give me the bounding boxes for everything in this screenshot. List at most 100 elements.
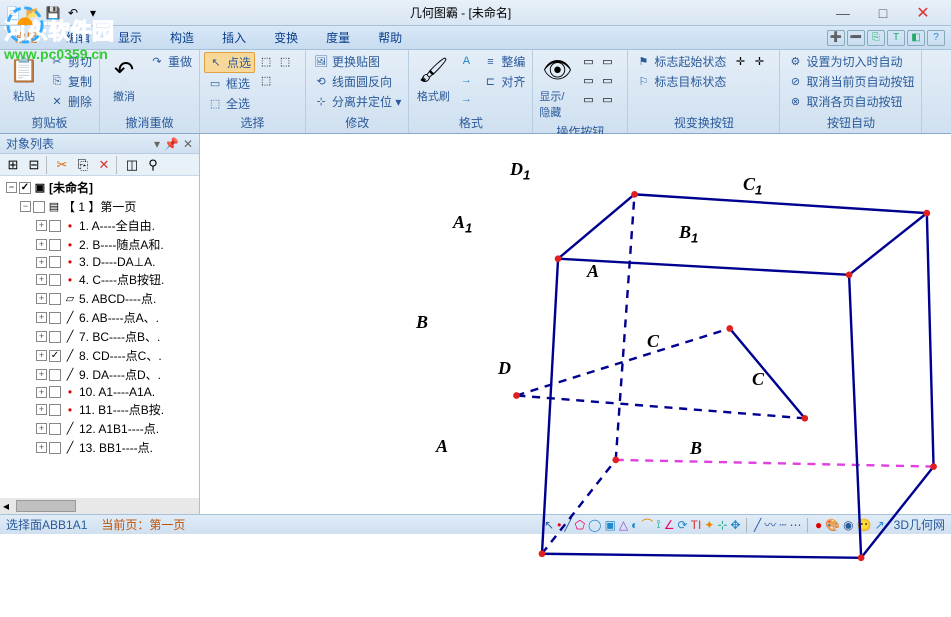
btn-icon[interactable]: ▭ [579, 52, 597, 70]
format-brush-button[interactable]: 🖌格式刷 [413, 52, 453, 106]
tree-expander-icon[interactable]: + [36, 257, 47, 268]
canvas[interactable]: A B C D B C A A1 B1 C1 D1 [200, 134, 951, 514]
expand-icon[interactable]: ⊞ [4, 156, 22, 174]
tree-checkbox[interactable] [49, 442, 61, 454]
tree-checkbox[interactable] [49, 386, 61, 398]
tree-expander-icon[interactable]: + [36, 404, 47, 415]
box-select-button[interactable]: ▭框选 [204, 74, 255, 93]
tree-expander-icon[interactable]: + [36, 312, 47, 323]
menu-帮助[interactable]: 帮助 [364, 26, 416, 49]
undo-button[interactable]: ↶撤消 [104, 52, 144, 106]
arrange-button[interactable]: ≡整编 [479, 52, 528, 71]
tree-node[interactable]: −▤【 1 】第一页 [2, 197, 197, 216]
tree-copy-icon[interactable]: ⎘ [74, 156, 92, 174]
tree-node[interactable]: +╱7. BC----点B、. [2, 327, 197, 346]
tree-expander-icon[interactable]: + [36, 293, 47, 304]
qat-dropdown-icon[interactable]: ▾ [84, 4, 102, 22]
tree-checkbox[interactable] [49, 404, 61, 416]
menu-度量[interactable]: 度量 [312, 26, 364, 49]
btn-icon[interactable]: ▭ [598, 90, 616, 108]
tree-node[interactable]: +•1. A----全自由. [2, 216, 197, 235]
arrow-right-icon[interactable]: → [455, 90, 477, 108]
dotted-box-icon[interactable]: ⬚ [257, 52, 275, 70]
tree-checkbox[interactable] [49, 274, 61, 286]
menu-变换[interactable]: 变换 [260, 26, 312, 49]
tree-delete-icon[interactable]: ✕ [95, 156, 113, 174]
tree-expander-icon[interactable]: + [36, 274, 47, 285]
tree-checkbox[interactable] [33, 201, 45, 213]
axis-icon[interactable]: ✛ [750, 52, 768, 70]
tree-expander-icon[interactable]: − [6, 182, 17, 193]
delete-button[interactable]: ✕删除 [46, 92, 95, 111]
axis-icon[interactable]: ✛ [731, 52, 749, 70]
tree-cut-icon[interactable]: ✂ [53, 156, 71, 174]
flag-target-button[interactable]: ⚐标志目标状态 [632, 72, 729, 91]
tree-node[interactable]: +✓╱8. CD----点C、. [2, 346, 197, 365]
tree-node[interactable]: +•10. A1----A1A. [2, 384, 197, 400]
maximize-button[interactable]: □ [867, 3, 899, 23]
cut-button[interactable]: ✂剪切 [46, 52, 95, 71]
tree-node[interactable]: +╱13. BB1----点. [2, 438, 197, 457]
tree-expander-icon[interactable]: − [20, 201, 31, 212]
auto-enter-button[interactable]: ⚙设置为切入时自动 [784, 52, 917, 71]
select-all-button[interactable]: ⬚全选 [204, 94, 255, 113]
btn-icon[interactable]: ▭ [579, 90, 597, 108]
tree-expander-icon[interactable]: + [36, 350, 47, 361]
tree-find-icon[interactable]: ⚲ [144, 156, 162, 174]
copy-button[interactable]: ⎘复制 [46, 72, 95, 91]
tree-expander-icon[interactable]: + [36, 387, 47, 398]
btn-icon[interactable]: ▭ [579, 71, 597, 89]
tree-expander-icon[interactable]: + [36, 423, 47, 434]
split-locate-button[interactable]: ⊹分离并定位 ▾ [310, 92, 404, 111]
tree-node[interactable]: +╱12. A1B1----点. [2, 419, 197, 438]
close-button[interactable]: ✕ [907, 3, 939, 23]
tree-node[interactable]: +╱9. DA----点D、. [2, 365, 197, 384]
menubar-font-icon[interactable]: T [887, 30, 905, 46]
menu-编辑[interactable]: 编辑 [52, 26, 104, 49]
cancel-all-auto-button[interactable]: ⊗取消各页自动按钮 [784, 92, 917, 111]
font-a-icon[interactable]: A [455, 52, 477, 70]
tree-checkbox[interactable]: ✓ [49, 350, 61, 362]
tree-checkbox[interactable] [49, 369, 61, 381]
paste-button[interactable]: 📋粘贴 [4, 52, 44, 106]
tree-node[interactable]: +╱6. AB----点A、. [2, 308, 197, 327]
swap-image-button[interactable]: 🖼更换贴图 [310, 52, 404, 71]
collapse-icon[interactable]: ⊟ [25, 156, 43, 174]
menubar-del-icon[interactable]: ➖ [847, 30, 865, 46]
menu-构造[interactable]: 构造 [156, 26, 208, 49]
tree-node[interactable]: +•4. C----点B按钮. [2, 270, 197, 289]
tree-checkbox[interactable] [49, 312, 61, 324]
tree-checkbox[interactable]: ✓ [19, 182, 31, 194]
tree-checkbox[interactable] [49, 423, 61, 435]
tree-checkbox[interactable] [49, 293, 61, 305]
tree-expander-icon[interactable]: + [36, 331, 47, 342]
sidebar-close-icon[interactable]: ✕ [183, 137, 193, 151]
tree-node[interactable]: +▱5. ABCD----点. [2, 289, 197, 308]
dotted-box-icon[interactable]: ⬚ [276, 52, 294, 70]
redo-button[interactable]: ↷重做 [146, 52, 195, 71]
btn-icon[interactable]: ▭ [598, 52, 616, 70]
qat-save-icon[interactable]: 💾 [44, 4, 62, 22]
menu-插入[interactable]: 插入 [208, 26, 260, 49]
sidebar-dropdown-icon[interactable]: ▾ [154, 137, 160, 151]
tree-expander-icon[interactable]: + [36, 239, 47, 250]
menubar-add-icon[interactable]: ➕ [827, 30, 845, 46]
tree-checkbox[interactable] [49, 256, 61, 268]
menubar-help-icon[interactable]: ? [927, 30, 945, 46]
reverse-button[interactable]: ⟲线面圆反向 [310, 72, 404, 91]
cancel-page-auto-button[interactable]: ⊘取消当前页自动按钮 [784, 72, 917, 91]
arrow-right-icon[interactable]: → [455, 71, 477, 89]
minimize-button[interactable]: — [827, 3, 859, 23]
tree-checkbox[interactable] [49, 331, 61, 343]
menu-显示[interactable]: 显示 [104, 26, 156, 49]
show-hide-button[interactable]: 👁显示/隐藏 [537, 52, 577, 122]
sidebar-pin-icon[interactable]: 📌 [164, 137, 179, 151]
tree-checkbox[interactable] [49, 220, 61, 232]
tree-box-icon[interactable]: ◫ [123, 156, 141, 174]
tree-node[interactable]: +•2. B----随点A和. [2, 235, 197, 254]
tree-node[interactable]: +•3. D----DA⊥A. [2, 254, 197, 270]
tree-expander-icon[interactable]: + [36, 442, 47, 453]
point-select-button[interactable]: ↖点选 [204, 52, 255, 73]
align-button[interactable]: ⊏对齐 [479, 72, 528, 91]
tree-checkbox[interactable] [49, 239, 61, 251]
